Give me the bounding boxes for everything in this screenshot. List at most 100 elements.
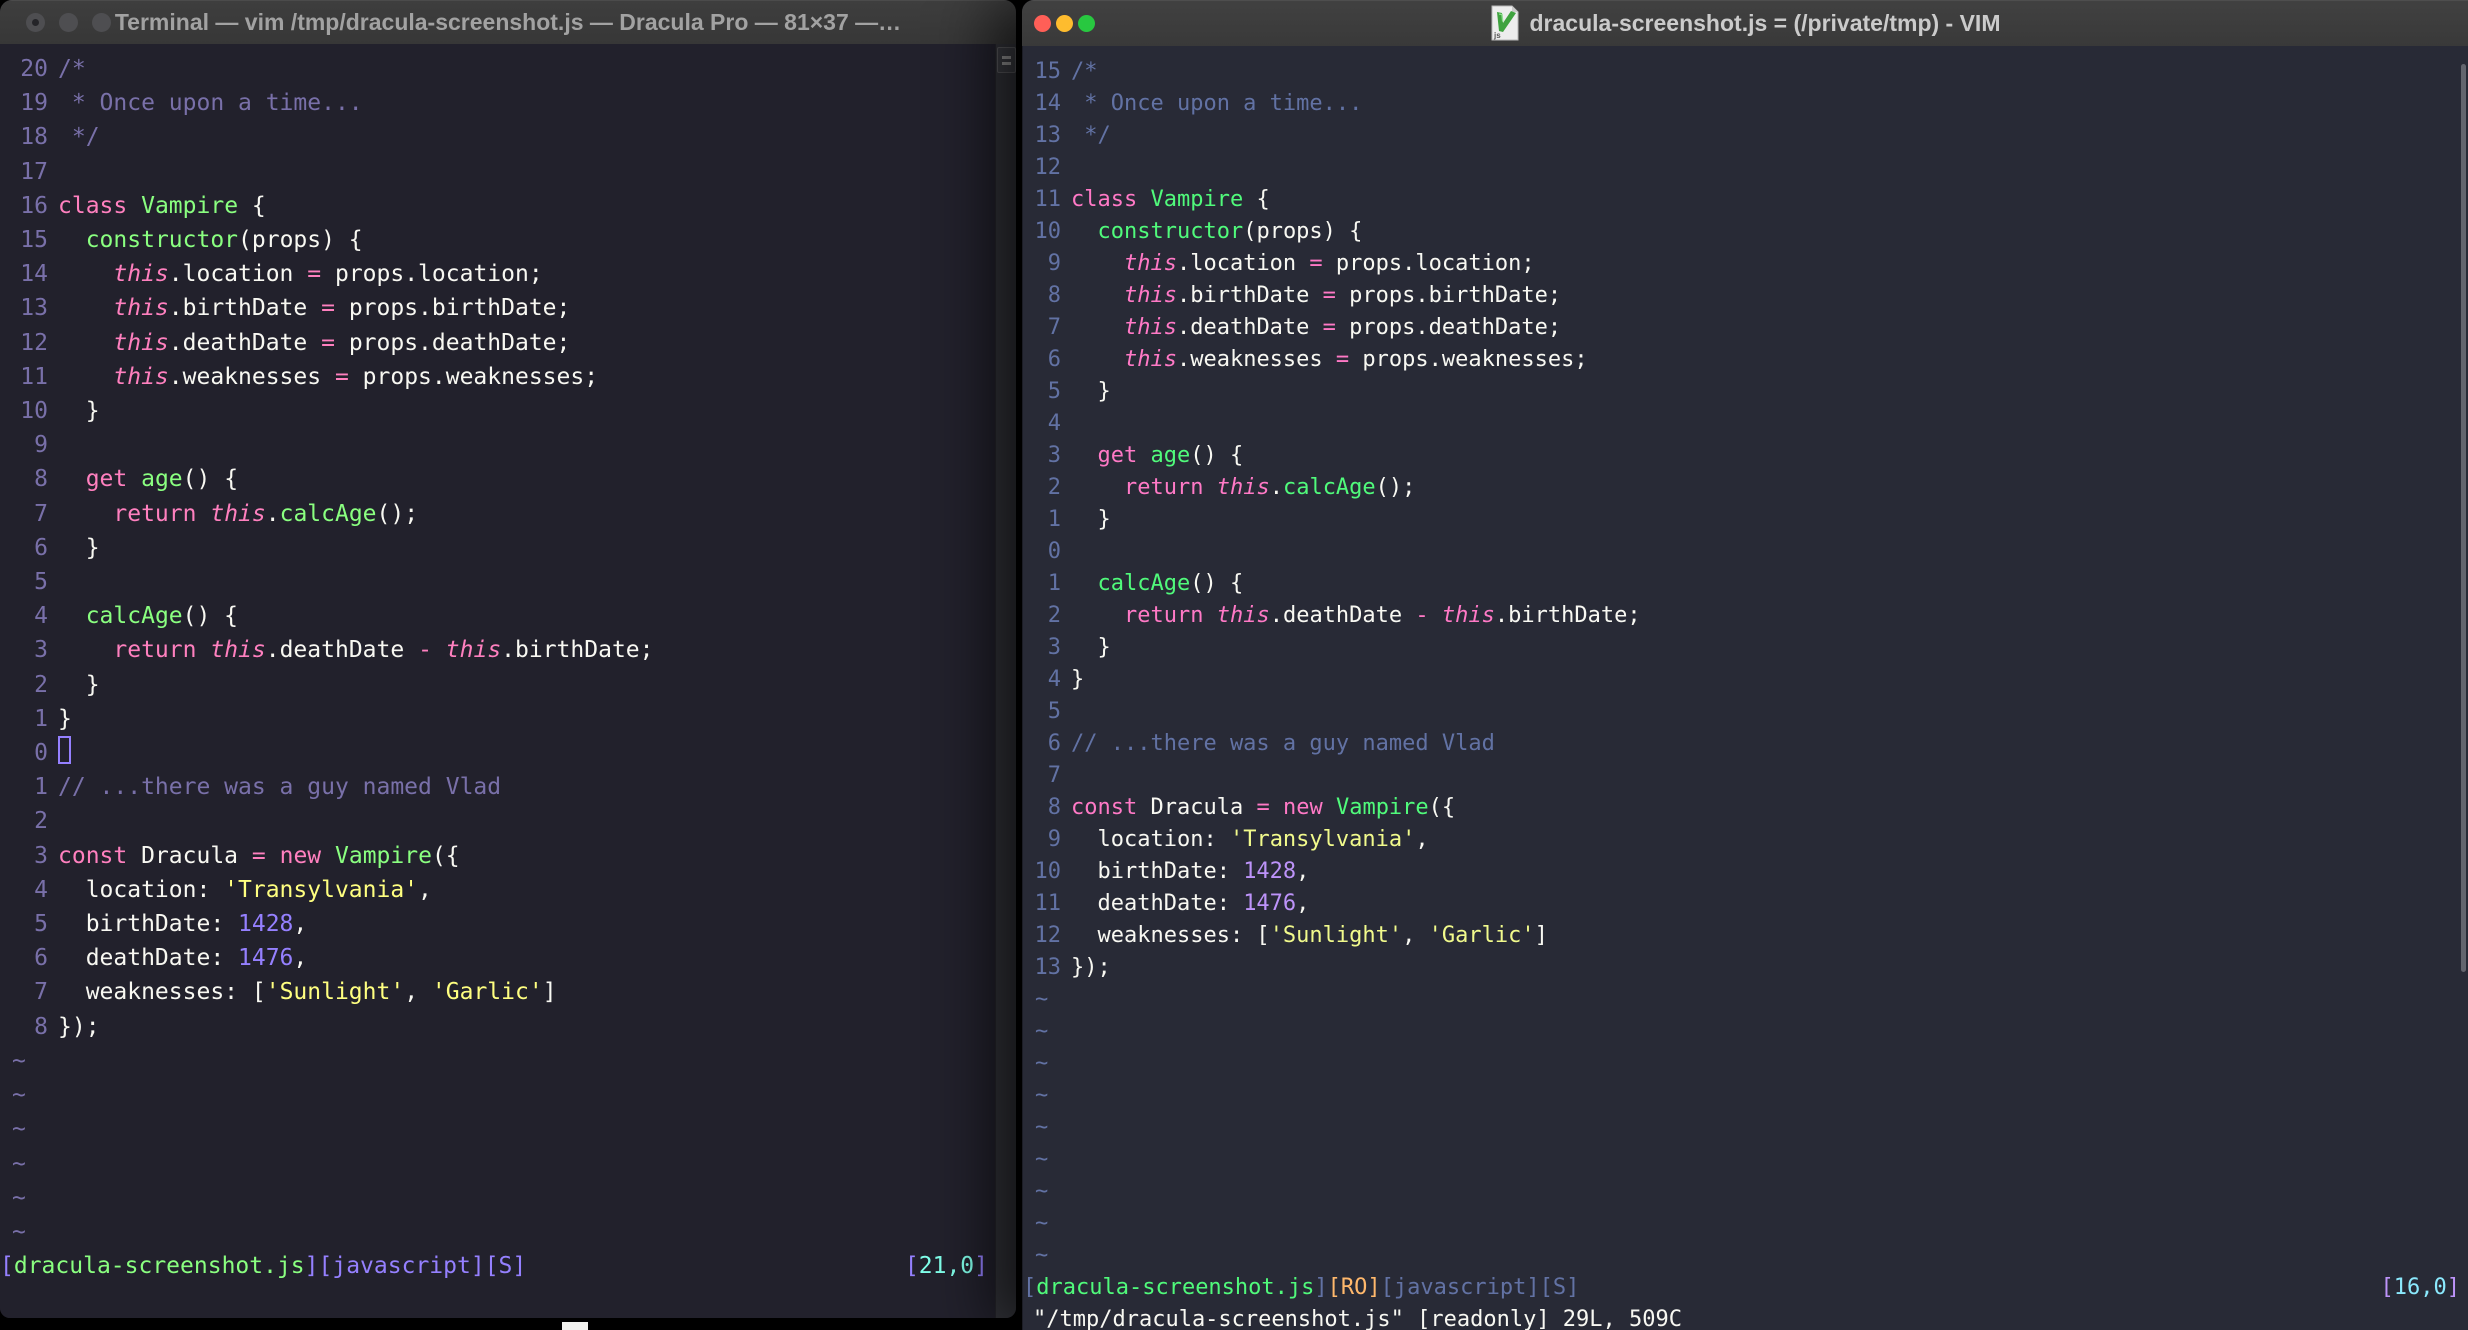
close-button[interactable]: [1034, 14, 1051, 32]
code-line[interactable]: 2: [0, 804, 996, 838]
tilde-marker: ~: [1035, 1051, 1049, 1076]
code-line[interactable]: 3 }: [1023, 632, 2468, 664]
code-line[interactable]: 6 deathDate: 1476,: [0, 941, 996, 975]
vim-buffer[interactable]: 20/* 19 * Once upon a time... 18 */17 16 cla…: [0, 44, 996, 1318]
code-line[interactable]: 5: [1023, 696, 2468, 728]
code-line[interactable]: 5 }: [1023, 376, 2468, 408]
code-line[interactable]: 12 weaknesses: ['Sunlight', 'Garlic']: [1023, 920, 2468, 952]
scrollbar-thumb[interactable]: [2461, 64, 2466, 972]
code-line[interactable]: 11 this.weaknesses = props.weaknesses;: [0, 360, 996, 394]
line-number: 1: [34, 705, 48, 732]
code-line[interactable]: 14 * Once upon a time...: [1023, 88, 2468, 120]
code-line[interactable]: 4: [1023, 408, 2468, 440]
zoom-button[interactable]: [92, 12, 111, 32]
code-token: class: [58, 192, 128, 219]
code-line[interactable]: 7 return this.calcAge();: [0, 497, 996, 531]
line-number: 4: [1047, 667, 1061, 692]
code-line[interactable]: 14 this.location = props.location;: [0, 257, 996, 291]
code-token: 'Transylvania': [224, 876, 419, 903]
code-token: 'Transylvania': [1229, 827, 1416, 852]
vim-buffer[interactable]: 15/* 14 * Once upon a time... 13 */ 12 11 cla…: [1022, 46, 2468, 1330]
code-line[interactable]: 11 class Vampire {: [1023, 184, 2468, 216]
code-line[interactable]: 9: [0, 428, 996, 462]
code-line[interactable]: 1 calcAge() {: [1023, 568, 2468, 600]
code-token: 1428: [238, 911, 294, 938]
terminal-scrollbar-track[interactable]: [995, 44, 1016, 1318]
line-number: 12: [1034, 155, 1062, 180]
code-line[interactable]: 7 weaknesses: ['Sunlight', 'Garlic']: [0, 975, 996, 1009]
code-line[interactable]: 4}: [1023, 664, 2468, 696]
code-line[interactable]: 8 const Dracula = new Vampire({: [1023, 792, 2468, 824]
code-line[interactable]: 4 location: 'Transylvania',: [0, 873, 996, 907]
minimize-button[interactable]: [59, 12, 78, 32]
vim-statusline: [dracula-screenshot.js][javascript][S] [2…: [0, 1249, 996, 1283]
code-line[interactable]: 3 get age() {: [1023, 440, 2468, 472]
zoom-button[interactable]: [1078, 14, 1095, 32]
code-line[interactable]: 17: [0, 155, 996, 189]
code-line[interactable]: 13});: [1023, 952, 2468, 984]
code-line[interactable]: 8 this.birthDate = props.birthDate;: [1023, 280, 2468, 312]
code-line[interactable]: 7 this.deathDate = props.deathDate;: [1023, 312, 2468, 344]
code-line[interactable]: 13 this.birthDate = props.birthDate;: [0, 291, 996, 325]
code-token: new: [1282, 795, 1323, 820]
tilde-marker: ~: [1035, 1147, 1049, 1172]
code-line[interactable]: 8});: [0, 1010, 996, 1044]
code-line[interactable]: 8 get age() {: [0, 462, 996, 496]
code-line[interactable]: 20 /*: [0, 52, 996, 86]
code-token: (props) {: [238, 227, 363, 254]
code-line[interactable]: 5 birthDate: 1428,: [0, 907, 996, 941]
code-line[interactable]: 2 }: [0, 668, 996, 702]
code-token: });: [1071, 955, 1111, 980]
code-token: =: [1309, 251, 1323, 276]
code-text: return this.deathDate - this.birthDate;: [1061, 600, 1641, 632]
code-line[interactable]: 18 */: [0, 120, 996, 154]
line-number: 3: [1047, 443, 1061, 468]
line-number: 6: [34, 945, 48, 972]
code-line[interactable]: 0: [0, 736, 996, 770]
window-title: Terminal — vim /tmp/dracula-screenshot.j…: [115, 9, 901, 36]
code-line[interactable]: 9 location: 'Transylvania',: [1023, 824, 2468, 856]
code-line[interactable]: 5: [0, 565, 996, 599]
minimize-button[interactable]: [1056, 14, 1073, 32]
code-token: this: [445, 637, 502, 664]
code-line[interactable]: 9 this.location = props.location;: [1023, 248, 2468, 280]
code-text: this.deathDate = props.deathDate;: [1061, 312, 1561, 344]
split-pane-button[interactable]: [997, 47, 1016, 73]
code-line[interactable]: 6 }: [0, 531, 996, 565]
code-line[interactable]: 1 // ...there was a guy named Vlad: [0, 770, 996, 804]
code-line[interactable]: 11 deathDate: 1476,: [1023, 888, 2468, 920]
line-number: 4: [34, 876, 48, 903]
code-token: }: [58, 705, 72, 732]
code-token: =: [1256, 795, 1270, 820]
code-line[interactable]: 10 birthDate: 1428,: [1023, 856, 2468, 888]
line-number: 9: [1047, 827, 1061, 852]
code-line[interactable]: 3 return this.deathDate - this.birthDate…: [0, 633, 996, 667]
code-line[interactable]: 2 return this.calcAge();: [1023, 472, 2468, 504]
code-line[interactable]: 12 this.deathDate = props.deathDate;: [0, 326, 996, 360]
code-line[interactable]: 6 // ...there was a guy named Vlad: [1023, 728, 2468, 760]
code-line[interactable]: 7: [1023, 760, 2468, 792]
code-line[interactable]: 6 this.weaknesses = props.weaknesses;: [1023, 344, 2468, 376]
code-line[interactable]: 19 * Once upon a time...: [0, 86, 996, 120]
macvim-titlebar[interactable]: js dracula-screenshot.js = (/private/tmp…: [1022, 0, 2468, 47]
code-line[interactable]: 15 constructor(props) {: [0, 223, 996, 257]
code-line[interactable]: 10 }: [0, 394, 996, 428]
code-line[interactable]: 1}: [0, 702, 996, 736]
code-line[interactable]: 1 }: [1023, 504, 2468, 536]
code-token: props.birthDate;: [334, 295, 571, 322]
code-line[interactable]: 3 const Dracula = new Vampire({: [0, 839, 996, 873]
code-line[interactable]: 10 constructor(props) {: [1023, 216, 2468, 248]
terminal-titlebar[interactable]: Terminal — vim /tmp/dracula-screenshot.j…: [0, 0, 1016, 45]
line-number: 1: [34, 774, 48, 801]
code-text: [48, 736, 71, 770]
code-line[interactable]: 2 return this.deathDate - this.birthDate…: [1023, 600, 2468, 632]
code-line[interactable]: 13 */: [1023, 120, 2468, 152]
code-line[interactable]: 0: [1023, 536, 2468, 568]
close-button[interactable]: [26, 12, 45, 32]
code-line[interactable]: 15 /*: [1023, 56, 2468, 88]
code-line[interactable]: 4 calcAge() {: [0, 599, 996, 633]
code-line[interactable]: 16 class Vampire {: [0, 189, 996, 223]
code-line[interactable]: 12: [1023, 152, 2468, 184]
